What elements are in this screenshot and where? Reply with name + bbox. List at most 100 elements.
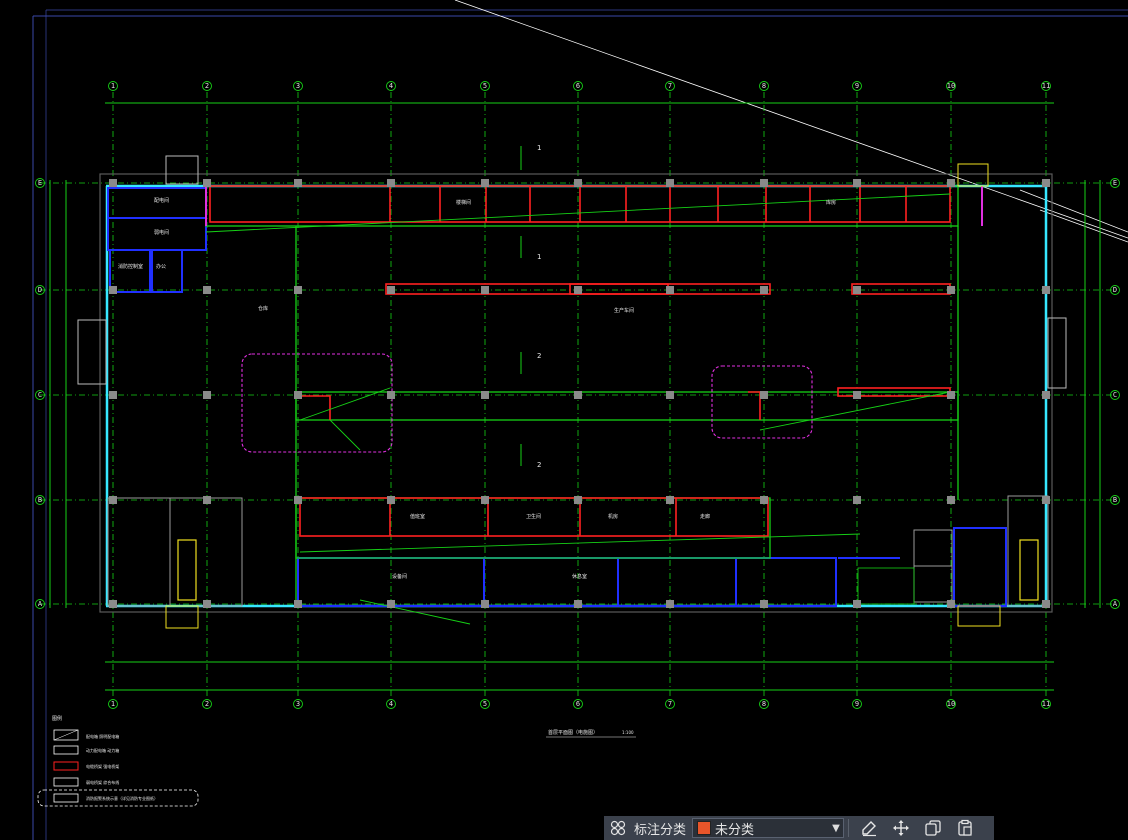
structural-column xyxy=(1042,600,1050,608)
room-label: 生产车间 xyxy=(614,307,634,314)
structural-column xyxy=(574,179,582,187)
axis-bubble-label: 3 xyxy=(296,82,300,90)
axis-bubble-label: 8 xyxy=(762,700,766,708)
structural-column xyxy=(109,600,117,608)
axis-bubble-label: 10 xyxy=(947,700,955,708)
structural-column xyxy=(574,600,582,608)
paste-icon[interactable] xyxy=(949,816,981,840)
axis-bubble-label: D xyxy=(38,286,42,294)
axis-bubble-label: 7 xyxy=(668,82,672,90)
room-label: 消防控制室 xyxy=(118,263,143,270)
structural-column xyxy=(387,496,395,504)
axis-bubble-label: 2 xyxy=(205,700,209,708)
room-label: 楼梯间 xyxy=(456,199,471,206)
axis-bubble-label: 4 xyxy=(389,700,393,708)
structural-column xyxy=(760,391,768,399)
structural-column xyxy=(853,391,861,399)
structural-column xyxy=(203,179,211,187)
axis-bubble-label: 11 xyxy=(1042,700,1050,708)
structural-column xyxy=(294,286,302,294)
structural-column xyxy=(760,286,768,294)
structural-column xyxy=(203,286,211,294)
structural-column xyxy=(760,600,768,608)
structural-column xyxy=(387,391,395,399)
legend-item: 弱电桥架 综合布线 xyxy=(86,779,119,785)
room-label: 办公 xyxy=(156,263,166,270)
structural-column xyxy=(203,496,211,504)
structural-column xyxy=(387,600,395,608)
toolbar-divider xyxy=(848,819,850,837)
structural-column xyxy=(1042,286,1050,294)
axis-bubble-label: E xyxy=(1113,179,1117,187)
copy-icon[interactable] xyxy=(917,816,949,840)
structural-column xyxy=(387,179,395,187)
section-mark-label: 1 xyxy=(537,144,541,152)
legend-item: 消防报警系统示意（详见消防专业图纸） xyxy=(86,795,158,801)
structural-column xyxy=(947,391,955,399)
section-mark-label: 2 xyxy=(537,461,541,469)
structural-column xyxy=(947,496,955,504)
axis-bubble-label: 4 xyxy=(389,82,393,90)
axis-bubble-label: 5 xyxy=(483,82,487,90)
structural-column xyxy=(666,286,674,294)
structural-column xyxy=(853,179,861,187)
structural-column xyxy=(203,391,211,399)
axis-bubble-label: D xyxy=(1113,286,1117,294)
structural-column xyxy=(947,286,955,294)
structural-column xyxy=(1042,179,1050,187)
legend-item: 配电箱 照明配电箱 xyxy=(86,733,119,739)
axis-bubble-label: 10 xyxy=(947,82,955,90)
structural-column xyxy=(481,391,489,399)
axis-bubble-label: 6 xyxy=(576,700,580,708)
structural-column xyxy=(109,496,117,504)
structural-column xyxy=(666,600,674,608)
axis-bubble-label: 9 xyxy=(855,82,859,90)
structural-column xyxy=(481,496,489,504)
structural-column xyxy=(574,286,582,294)
drawing-scale: 1:100 xyxy=(622,730,634,735)
room-label: 走廊 xyxy=(700,513,710,520)
room-label: 库房 xyxy=(826,199,836,206)
category-label: 标注分类 xyxy=(634,822,687,838)
room-label: 卫生间 xyxy=(526,513,541,520)
structural-column xyxy=(294,600,302,608)
structural-column xyxy=(574,391,582,399)
room-label: 机房 xyxy=(608,513,618,520)
move-icon[interactable] xyxy=(885,816,917,840)
chevron-down-icon: ▼ xyxy=(832,822,840,834)
structural-column xyxy=(853,496,861,504)
structural-column xyxy=(203,600,211,608)
structural-column xyxy=(481,600,489,608)
axis-bubble-label: 1 xyxy=(111,82,115,90)
category-select[interactable]: 未分类 ▼ xyxy=(692,818,845,838)
structural-column xyxy=(109,179,117,187)
structural-column xyxy=(666,179,674,187)
structural-column xyxy=(853,600,861,608)
edit-annotation-icon[interactable] xyxy=(853,816,885,840)
structural-column xyxy=(481,179,489,187)
structural-column xyxy=(947,600,955,608)
axis-bubble-label: 3 xyxy=(296,700,300,708)
room-label: 配电间 xyxy=(154,197,169,204)
structural-column xyxy=(294,179,302,187)
axis-bubble-label: 9 xyxy=(855,700,859,708)
category-grid-icon[interactable] xyxy=(604,816,632,840)
structural-column xyxy=(574,496,582,504)
structural-column xyxy=(947,179,955,187)
annotation-category-toolbar: 标注分类 未分类 ▼ xyxy=(604,816,994,840)
structural-column xyxy=(294,496,302,504)
axis-bubble-label: 7 xyxy=(668,700,672,708)
room-label: 设备间 xyxy=(392,573,407,580)
axis-bubble-label: E xyxy=(38,179,42,187)
axis-bubble-label: C xyxy=(38,391,42,399)
legend-item: 电缆桥架 强电桥架 xyxy=(86,763,119,769)
axis-bubble-label: C xyxy=(1113,391,1117,399)
axis-bubble-label: 11 xyxy=(1042,82,1050,90)
room-label: 休息室 xyxy=(572,573,587,580)
axis-bubble-label: 5 xyxy=(483,700,487,708)
structural-column xyxy=(760,179,768,187)
structural-column xyxy=(109,286,117,294)
cad-drawing-canvas[interactable]: 11223344556677889910101111E ED DC CB BA A 1 1… xyxy=(0,0,1128,840)
axis-bubble-label: B xyxy=(38,496,42,504)
axis-bubble-label: 2 xyxy=(205,82,209,90)
